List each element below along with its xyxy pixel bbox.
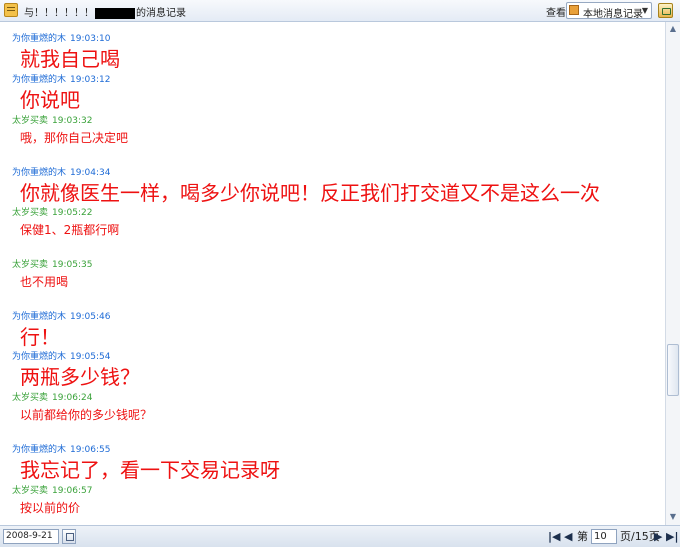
message-header: 太岁买卖 19:06:24 [12, 393, 92, 404]
message-text: 保健1、2瓶都行啊 [20, 223, 120, 237]
sender-name: 太岁买卖 [12, 486, 49, 496]
message-time: 19:03:12 [70, 75, 111, 85]
sender-name: 为你重燃的木 [12, 168, 67, 178]
message-header: 为你重燃的木 19:03:10 [12, 34, 110, 45]
message-text: 按以前的价 [20, 501, 81, 515]
title-masked: ！！！！！！ [34, 8, 94, 19]
sender-name: 太岁买卖 [12, 260, 49, 270]
message-header: 为你重燃的木 19:04:34 [12, 168, 110, 179]
message-header: 为你重燃的木 19:03:12 [12, 75, 110, 86]
sender-name: 为你重燃的木 [12, 312, 67, 322]
message-header: 为你重燃的木 19:06:55 [12, 445, 110, 456]
scroll-down-icon[interactable]: ▼ [668, 512, 678, 522]
message-time: 19:05:22 [52, 208, 93, 218]
view-label: 查看 [546, 8, 566, 19]
message-header: 太岁买卖 19:03:32 [12, 116, 92, 127]
message-text: 也不用喝 [20, 275, 69, 289]
message-time: 19:05:46 [70, 312, 111, 322]
title-bar: 与！！！！！！ 的消息记录 查看 本地消息记录 ▼ [0, 0, 680, 22]
message-header: 为你重燃的木 19:05:46 [12, 312, 110, 323]
page-number-input[interactable] [591, 529, 617, 544]
message-header: 太岁买卖 19:06:57 [12, 486, 92, 497]
sender-name: 太岁买卖 [12, 393, 49, 403]
message-text: 你说吧 [20, 88, 80, 112]
calendar-button[interactable] [62, 529, 76, 544]
message-text: 就我自己喝 [20, 47, 120, 71]
sender-name: 为你重燃的木 [12, 75, 67, 85]
sender-name: 太岁买卖 [12, 208, 49, 218]
prev-page-icon[interactable]: ◀ [564, 530, 572, 543]
message-time: 19:06:24 [52, 393, 93, 403]
sender-name: 为你重燃的木 [12, 445, 67, 455]
sender-name: 太岁买卖 [12, 116, 49, 126]
message-header: 为你重燃的木 19:05:54 [12, 352, 110, 363]
message-time: 19:06:57 [52, 486, 93, 496]
message-time: 19:04:34 [70, 168, 111, 178]
message-time: 19:06:55 [70, 445, 111, 455]
date-field[interactable]: 2008-9-21 [3, 529, 59, 544]
message-text: 你就像医生一样，喝多少你说吧！反正我们打交道又不是这么一次 [20, 181, 600, 205]
record-source-value: 本地消息记录 [583, 9, 643, 20]
bottom-toolbar: 2008-9-21 |◀ ◀ 第 页/15页 ▶ ▶| [0, 525, 680, 547]
first-page-icon[interactable]: |◀ [548, 530, 560, 543]
message-text: 两瓶多少钱？ [20, 365, 140, 389]
sender-name: 为你重燃的木 [12, 34, 67, 44]
message-header: 太岁买卖 19:05:35 [12, 260, 92, 271]
last-page-icon[interactable]: ▶| [666, 530, 678, 543]
message-text: 哦，那你自己决定吧 [20, 131, 129, 145]
message-text: 我忘记了，看一下交易记录呀 [20, 458, 280, 482]
redacted-block [95, 7, 135, 19]
chevron-down-icon: ▼ [641, 6, 648, 15]
next-page-icon[interactable]: ▶ [654, 530, 662, 543]
message-time: 19:05:35 [52, 260, 93, 270]
record-source-dropdown[interactable]: 本地消息记录 ▼ [566, 2, 652, 20]
chat-history-icon [4, 3, 18, 17]
message-header: 太岁买卖 19:05:22 [12, 208, 92, 219]
title-prefix: 与 [24, 8, 34, 19]
sender-name: 为你重燃的木 [12, 352, 67, 362]
page-prefix: 第 [577, 530, 588, 543]
scroll-up-icon[interactable]: ▲ [668, 24, 678, 34]
vertical-scrollbar[interactable]: ▲ ▼ [665, 22, 680, 525]
window-title: 与！！！！！！ 的消息记录 [24, 4, 186, 19]
title-suffix: 的消息记录 [136, 8, 186, 19]
message-text: 以前都给你的多少钱呢？ [20, 408, 153, 422]
message-text: 行！ [20, 325, 60, 349]
scrollbar-thumb[interactable] [667, 344, 679, 396]
export-records-button[interactable] [658, 3, 673, 18]
message-time: 19:05:54 [70, 352, 111, 362]
message-list: 为你重燃的木 19:03:10 就我自己喝 为你重燃的木 19:03:12 你说吧 … [0, 22, 665, 525]
message-time: 19:03:32 [52, 116, 93, 126]
message-time: 19:03:10 [70, 34, 111, 44]
local-record-icon [569, 5, 579, 15]
